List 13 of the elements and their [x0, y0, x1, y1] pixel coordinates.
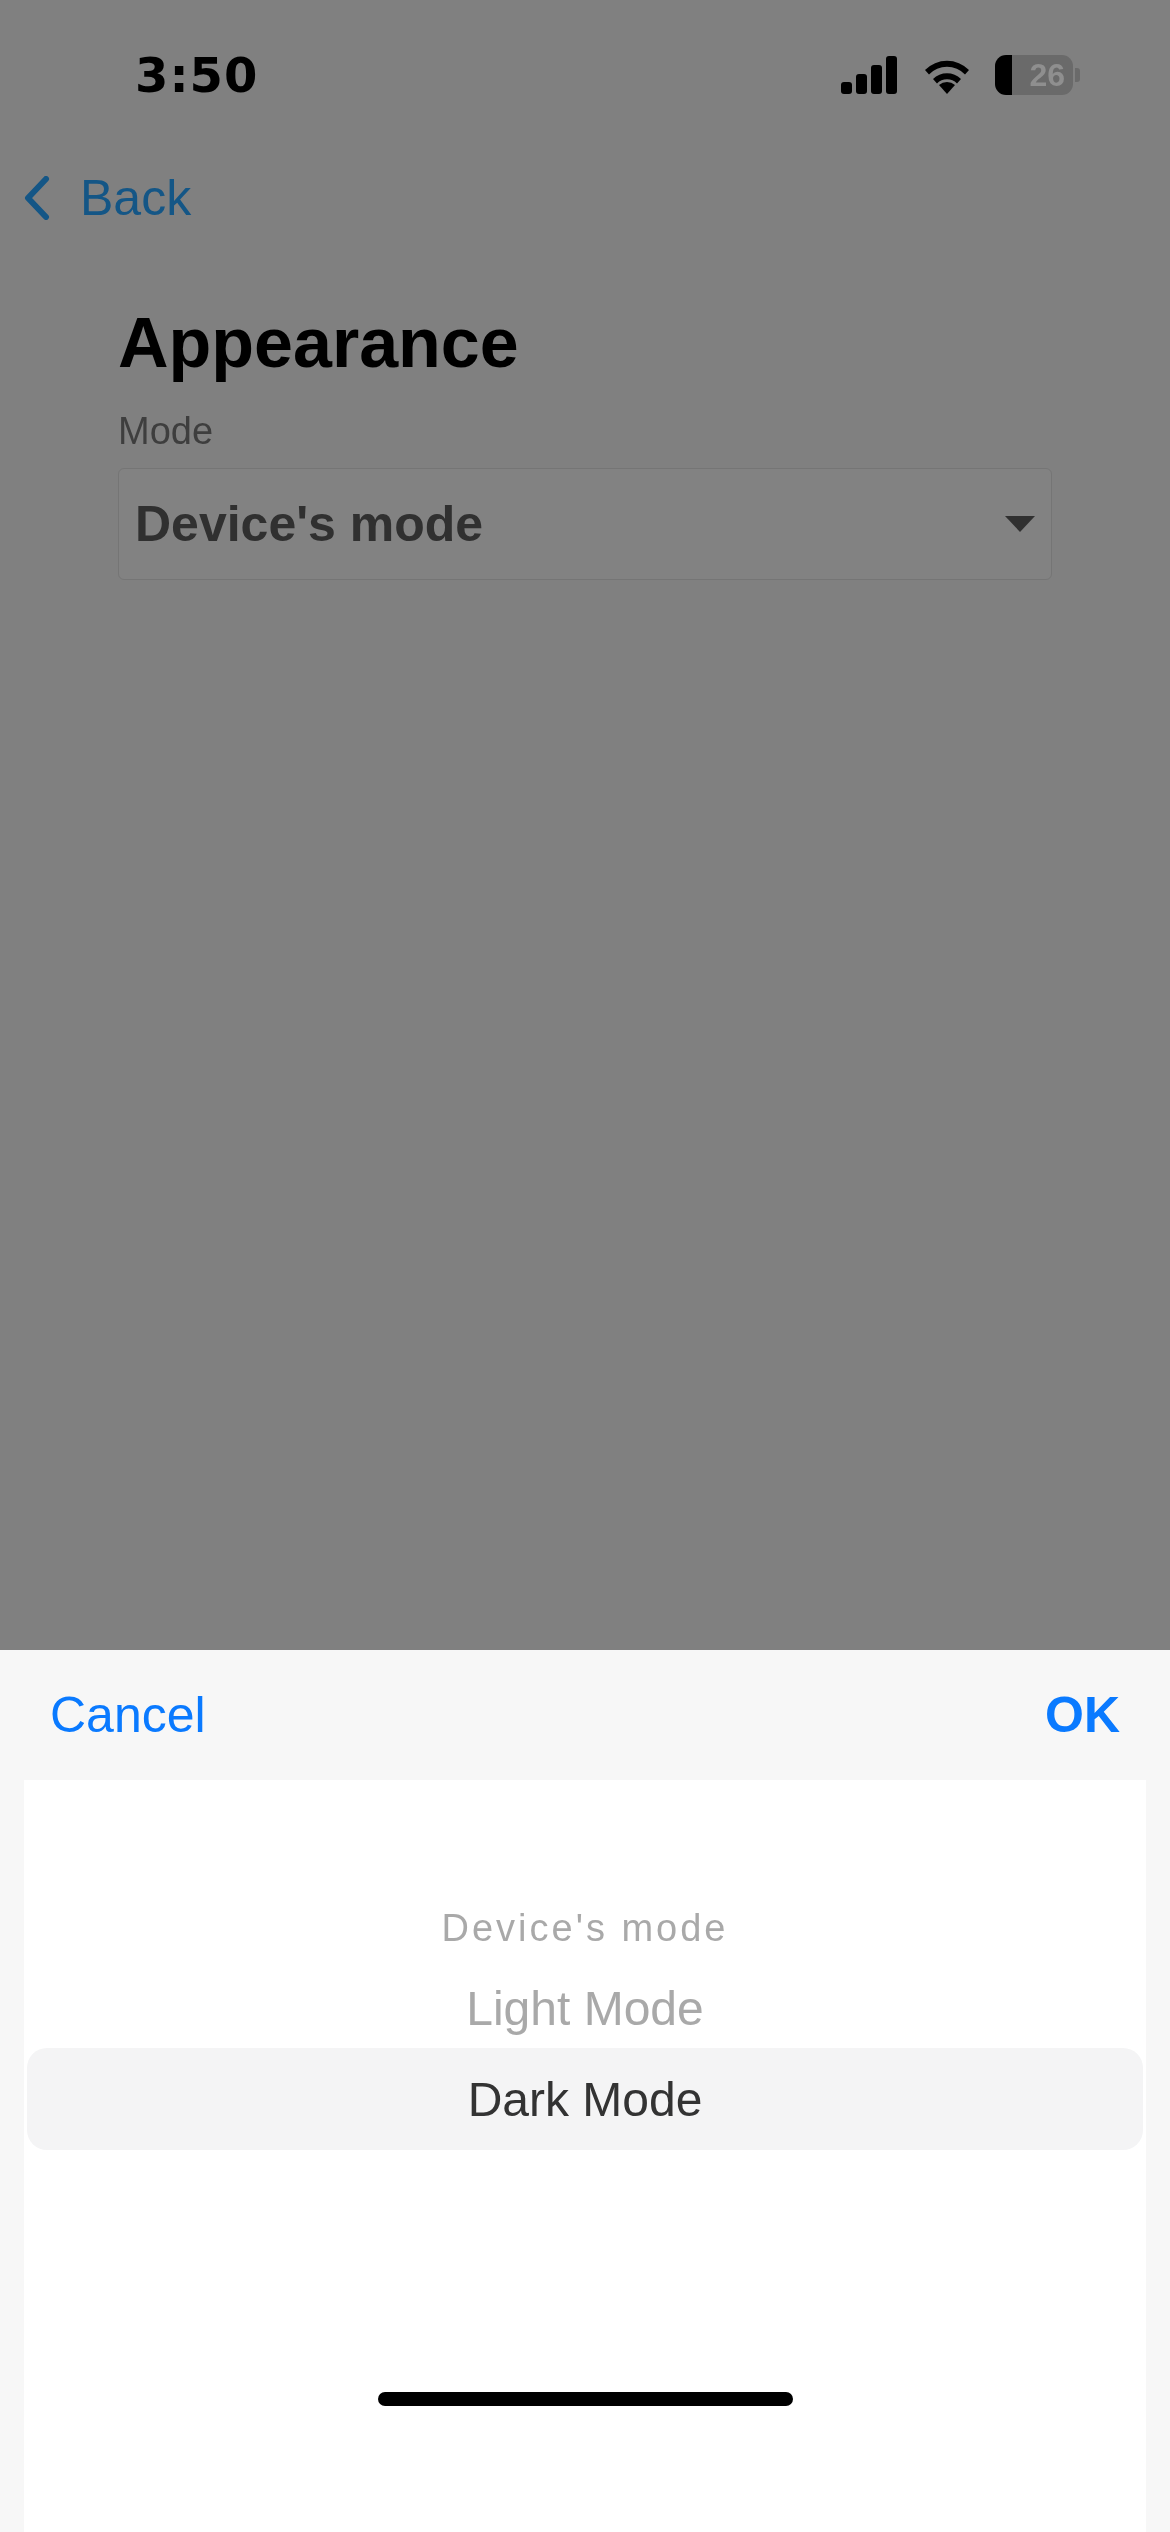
- page-title: Appearance: [118, 303, 520, 384]
- back-link[interactable]: Back: [24, 169, 192, 227]
- back-chevron-icon: [24, 176, 50, 220]
- picker-option[interactable]: Light Mode: [27, 1968, 1143, 2048]
- picker-option[interactable]: Dark Mode: [27, 2048, 1143, 2150]
- ok-button[interactable]: OK: [1045, 1686, 1120, 1744]
- status-time: 3:50: [135, 47, 260, 103]
- cancel-button[interactable]: Cancel: [50, 1686, 206, 1744]
- mode-dropdown[interactable]: Device's mode: [118, 468, 1052, 580]
- caret-icon: [1005, 516, 1035, 532]
- signal-icon: [841, 56, 899, 94]
- field-label: Mode: [118, 409, 215, 454]
- picker-option[interactable]: Device's mode: [27, 1888, 1143, 1968]
